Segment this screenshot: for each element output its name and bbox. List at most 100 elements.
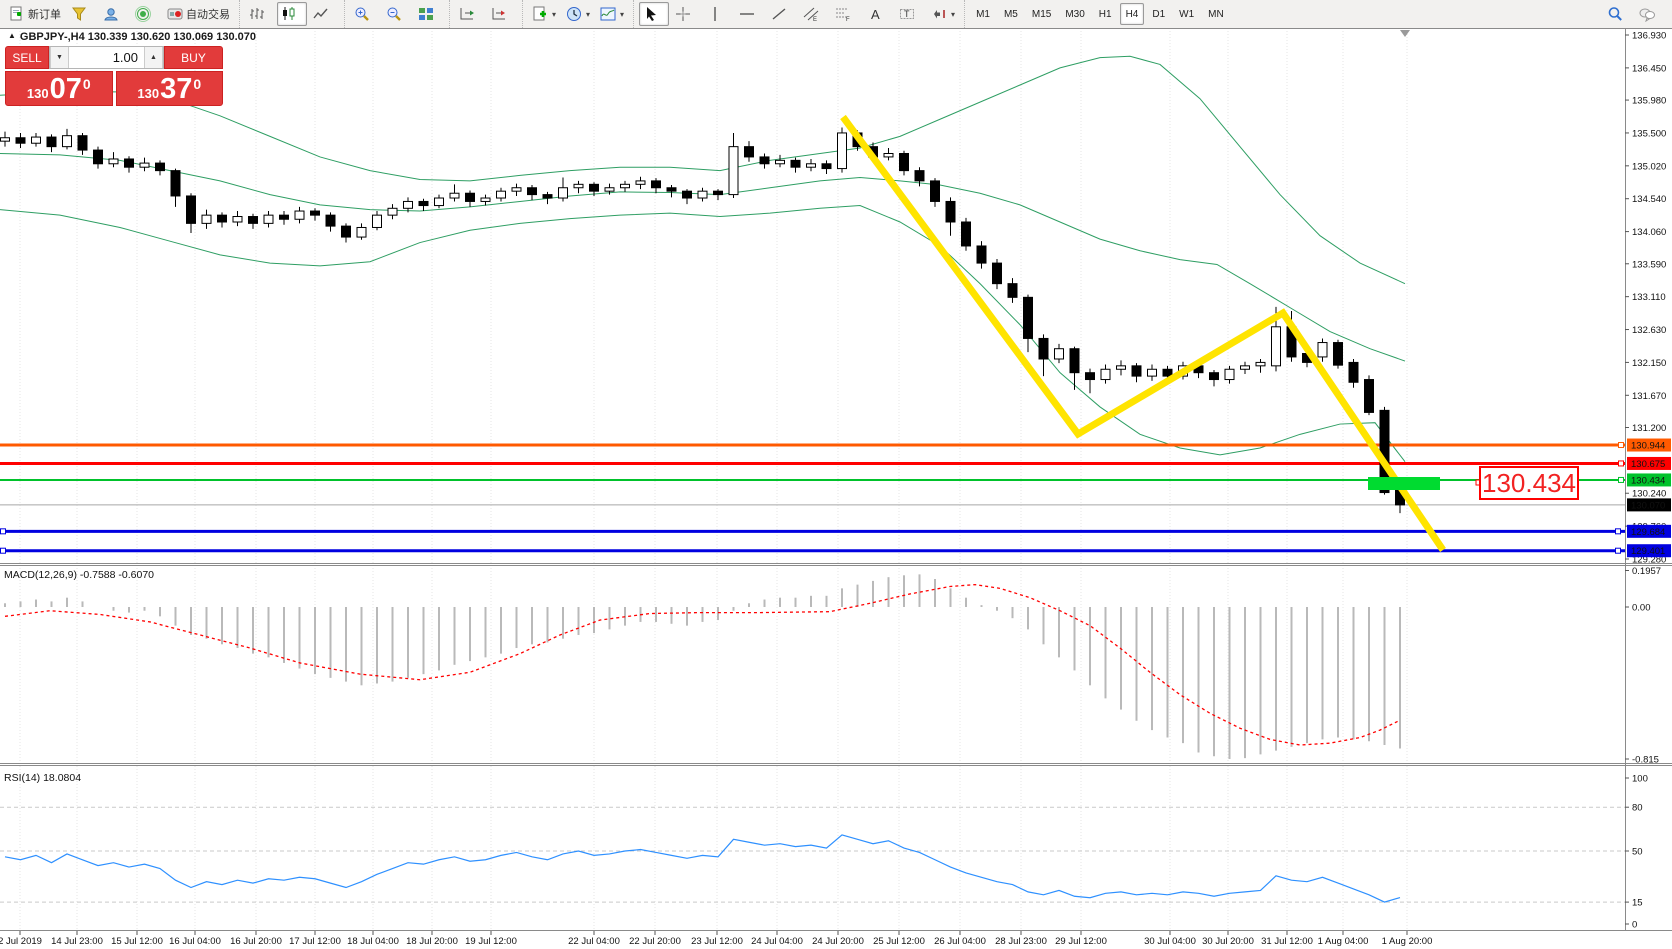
toolbar-button-signal[interactable] — [131, 2, 161, 26]
buy-price-button[interactable]: 130 37 0 — [116, 71, 224, 106]
toolbar-button-crosshair[interactable] — [671, 2, 701, 26]
volume-input[interactable]: 1.00 — [69, 47, 144, 68]
dropdown-caret-icon[interactable]: ▾ — [586, 10, 590, 19]
toolbar-group-scroll — [449, 0, 522, 28]
candle-body — [1008, 284, 1017, 298]
svg-text:F: F — [846, 17, 850, 22]
chart-canvas[interactable]: 130.434MACD(12,26,9) -0.7588 -0.6070RSI(… — [0, 0, 1672, 949]
toolbar-button-zoom-in[interactable] — [350, 2, 380, 26]
timeframe-button-H4[interactable]: H4 — [1120, 3, 1145, 25]
toolbar-button-fibo[interactable]: F — [831, 2, 861, 26]
toolbar-button-profile[interactable] — [99, 2, 129, 26]
toolbar-button-candles[interactable] — [277, 2, 307, 26]
toolbar-button-autotrade[interactable]: 自动交易 — [163, 2, 234, 26]
sell-button[interactable]: SELL — [5, 46, 49, 69]
line-handle[interactable] — [1619, 477, 1624, 482]
timeframe-button-M15[interactable]: M15 — [1026, 3, 1057, 25]
toolbar-button-bars[interactable] — [245, 2, 275, 26]
timeframe-button-M30[interactable]: M30 — [1059, 3, 1090, 25]
price-axis[interactable]: 136.930136.450135.980135.500135.020134.5… — [1625, 31, 1671, 931]
time-tick: 30 Jul 20:00 — [1202, 936, 1254, 947]
toolbar-button-tile-windows[interactable] — [414, 2, 444, 26]
candle-body — [946, 201, 955, 222]
arrows-icon — [931, 6, 947, 22]
timeframe-button-M1[interactable]: M1 — [970, 3, 996, 25]
template-icon — [532, 6, 548, 22]
toolbar-button-vline[interactable] — [703, 2, 733, 26]
rsi-line — [5, 835, 1400, 902]
label-icon: T — [899, 6, 915, 22]
timeframe-button-MN[interactable]: MN — [1202, 3, 1230, 25]
volume-up-icon[interactable]: ▲ — [144, 47, 163, 68]
price-tag-text: 130.434 — [1631, 475, 1665, 486]
main-toolbar: 新订单 自动交易 ▾ ▾ ▾ E F A T ▾ M1M5M15M30H1H4D1W1MN — [0, 0, 1672, 29]
price-tick: 134.540 — [1632, 194, 1666, 205]
line-handle[interactable] — [1616, 548, 1621, 553]
dropdown-caret-icon[interactable]: ▾ — [620, 10, 624, 19]
candle-body — [1070, 349, 1079, 373]
toolbar-button-zoom-out[interactable] — [382, 2, 412, 26]
line-handle[interactable] — [1616, 529, 1621, 534]
entry-highlight-rect[interactable] — [1368, 477, 1440, 490]
candle-body — [404, 201, 413, 208]
candle-body — [1039, 338, 1048, 359]
line-handle[interactable] — [1619, 461, 1624, 466]
toolbar-button-period[interactable]: ▾ — [562, 2, 594, 26]
one-click-trade-panel: SELL ▼ 1.00 ▲ BUY 130 07 0 130 37 0 — [5, 46, 223, 106]
svg-text:T: T — [904, 9, 910, 19]
toolbar-button-channel[interactable]: E — [799, 2, 829, 26]
timeframe-button-M5[interactable]: M5 — [998, 3, 1024, 25]
toolbar-button-chat[interactable] — [1635, 2, 1665, 26]
collapse-marker-icon[interactable]: ▲ — [8, 31, 16, 40]
price-tick: 130.240 — [1632, 489, 1666, 500]
toolbar-button-cursor[interactable] — [639, 2, 669, 26]
candle-body — [1365, 380, 1374, 413]
toolbar-button-chart-shift[interactable] — [487, 2, 517, 26]
toolbar-button-label[interactable]: T — [895, 2, 925, 26]
dropdown-caret-icon[interactable]: ▾ — [552, 10, 556, 19]
candle-body — [357, 227, 366, 237]
volume-down-icon[interactable]: ▼ — [50, 47, 69, 68]
price-tick: 135.980 — [1632, 96, 1666, 107]
candle-body — [652, 181, 661, 188]
toolbar-button-trendline[interactable] — [767, 2, 797, 26]
candle-body — [233, 217, 242, 222]
price-tick: 133.110 — [1632, 292, 1666, 303]
line-handle[interactable] — [1619, 443, 1624, 448]
autotrade-icon — [167, 6, 183, 22]
toolbar-button-search[interactable] — [1603, 2, 1633, 26]
toolbar-button-arrows[interactable]: ▾ — [927, 2, 959, 26]
rsi-panel: RSI(14) 18.0804 — [0, 772, 1625, 902]
timeframe-button-W1[interactable]: W1 — [1173, 3, 1200, 25]
volume-stepper: ▼ 1.00 ▲ — [49, 46, 164, 69]
sell-price-prefix: 130 — [27, 86, 49, 101]
toolbar-button-scroll-end[interactable] — [455, 2, 485, 26]
dropdown-caret-icon[interactable]: ▾ — [951, 10, 955, 19]
macd-tick: 0.1957 — [1632, 566, 1661, 577]
rsi-tick: 50 — [1632, 847, 1643, 858]
buy-button[interactable]: BUY — [164, 46, 223, 69]
toolbar-button-text[interactable]: A — [863, 2, 893, 26]
chart-shift-marker-icon[interactable] — [1400, 30, 1410, 37]
toolbar-button-new-order[interactable]: 新订单 — [5, 2, 65, 26]
toolbar-button-hline[interactable] — [735, 2, 765, 26]
line-handle[interactable] — [1, 548, 6, 553]
candle-body — [419, 201, 428, 205]
timeframe-button-H1[interactable]: H1 — [1093, 3, 1118, 25]
signal-icon — [135, 6, 151, 22]
toolbar-button-line-chart[interactable] — [309, 2, 339, 26]
toolbar-button-funnel[interactable] — [67, 2, 97, 26]
line-handle[interactable] — [1, 529, 6, 534]
toolbar-right — [1602, 2, 1672, 26]
sell-price-button[interactable]: 130 07 0 — [5, 71, 113, 106]
vline-icon — [707, 6, 723, 22]
symbol-title-text: GBPJPY-,H4 130.339 130.620 130.069 130.0… — [20, 31, 256, 43]
macd-tick: -0.815 — [1632, 755, 1659, 766]
toolbar-button-template[interactable]: ▾ — [528, 2, 560, 26]
candle-body — [1256, 362, 1265, 365]
time-tick: 22 Jul 20:00 — [629, 936, 681, 947]
price-tick: 136.450 — [1632, 63, 1666, 74]
toolbar-button-indicators[interactable]: ▾ — [596, 2, 628, 26]
time-axis[interactable]: 2 Jul 201914 Jul 23:0015 Jul 12:0016 Jul… — [0, 931, 1432, 947]
timeframe-button-D1[interactable]: D1 — [1146, 3, 1171, 25]
